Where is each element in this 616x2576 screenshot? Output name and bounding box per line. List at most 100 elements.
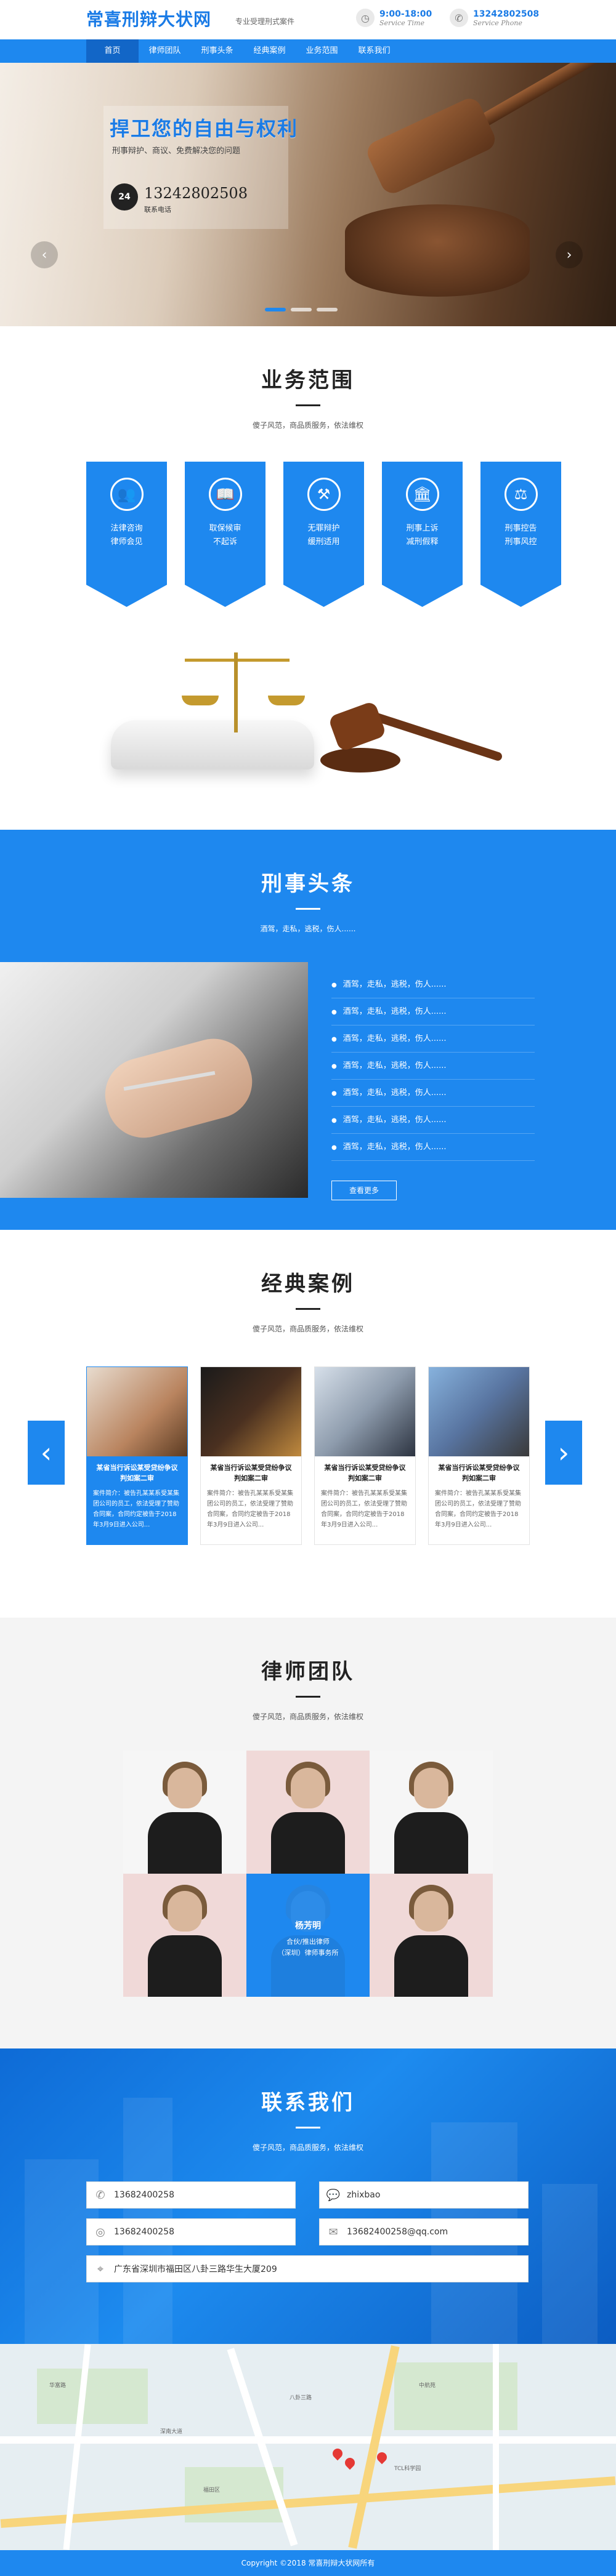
case-card[interactable]: 某省当行诉讼某受贷纷争议 判如案二审 案件简介：被告孔某某系受某集团公司的员工，… [200, 1366, 302, 1545]
contact-wechat-field[interactable]: 💬 zhixbao [319, 2181, 529, 2209]
view-more-button[interactable]: 查看更多 [331, 1181, 397, 1200]
slider-next-button[interactable]: › [556, 241, 583, 268]
lawyer-card[interactable] [370, 1874, 493, 1997]
news-item[interactable]: 酒驾，走私，逃税，伤人...... [331, 1107, 535, 1134]
case-image [87, 1367, 187, 1456]
service-card[interactable]: 📖 取保候审 不起诉 [185, 462, 265, 607]
service-line: 律师会见 [110, 537, 143, 547]
scale-pan-image [268, 696, 305, 705]
lawyer-title: 合伙/推出律师 [286, 1938, 330, 1946]
users-icon: 👥 [110, 478, 144, 511]
case-image [315, 1367, 415, 1456]
map-pin-icon[interactable] [342, 2455, 357, 2470]
hero-banner: 捍卫您的自由与权利 刑事辩护、商议、免费解决您的问题 24 1324280250… [0, 63, 616, 326]
news-item[interactable]: 酒驾，走私，逃税，伤人...... [331, 1053, 535, 1080]
contact-email-field[interactable]: ✉ 13682400258@qq.com [319, 2218, 529, 2245]
service-phone: ✆ 13242802508 Service Phone [450, 9, 539, 27]
contact-qq-field[interactable]: ◎ 13682400258 [86, 2218, 296, 2245]
lawyer-name: 杨芳明 [295, 1921, 321, 1931]
service-line: 刑事风控 [505, 537, 537, 547]
contact-email: 13682400258@qq.com [347, 2227, 448, 2237]
hero-subtitle: 刑事辩护、商议、免费解决您的问题 [112, 146, 241, 156]
service-time: ◷ 9:00-18:00 Service Time [356, 9, 432, 27]
slider-prev-button[interactable]: ‹ [31, 241, 58, 268]
case-title: 某省当行诉讼某受贷纷争议 判如案二审 [210, 1464, 292, 1482]
service-card[interactable]: 👥 法律咨询 律师会见 [86, 462, 167, 607]
case-title: 某省当行诉讼某受贷纷争议 判如案二审 [324, 1464, 406, 1482]
location-map[interactable]: 华富路 深南大道 八卦三路 福田区 中航苑 TCL科学园 [0, 2344, 616, 2550]
service-time-value: 9:00-18:00 [379, 9, 432, 19]
case-desc: 案件简介：被告孔某某系受某集团公司的员工，依法受理了赞助合同案，合同约定被告于2… [321, 1490, 407, 1528]
lawyer-photo [271, 1812, 345, 1874]
service-line: 刑事控告 [505, 524, 537, 533]
handshake-image [0, 962, 308, 1198]
hero-title: 捍卫您的自由与权利 [110, 117, 299, 140]
news-item[interactable]: 酒驾，走私，逃税，伤人...... [331, 1134, 535, 1161]
lawyer-card[interactable] [123, 1751, 246, 1874]
section-title: 联系我们 [261, 2090, 355, 2115]
map-label: 华富路 [49, 2383, 67, 2389]
lawyer-photo [148, 1812, 222, 1874]
gavel-block-image [345, 204, 530, 297]
scales-icon: ⚖ [504, 478, 538, 511]
contact-section: 联系我们 傻子风范，商品质服务，依法维权 ✆ 13682400258 💬 zhixb… [0, 2048, 616, 2344]
lawyer-card[interactable] [123, 1874, 246, 1997]
gavel-head-image [363, 94, 499, 198]
news-item[interactable]: 酒驾，走私，逃税，伤人...... [331, 998, 535, 1025]
slider-dot[interactable] [317, 308, 338, 311]
news-item[interactable]: 酒驾，走私，逃税，伤人...... [331, 971, 535, 998]
contact-phone: 13682400258 [114, 2190, 174, 2200]
site-logo[interactable]: 常喜刑辩大状网 [86, 6, 211, 31]
news-item[interactable]: 酒驾，走私，逃税，伤人...... [331, 1025, 535, 1053]
service-card[interactable]: ⚒ 无罪辩护 缓刑适用 [283, 462, 364, 607]
gavel-icon: ⚒ [307, 478, 341, 511]
title-divider [296, 1696, 320, 1698]
news-item[interactable]: 酒驾，走私，逃税，伤人...... [331, 1080, 535, 1107]
map-road [493, 2344, 499, 2550]
service-card[interactable]: 🏛 刑事上诉 减刑假释 [382, 462, 463, 607]
contact-address: 广东省深圳市福田区八卦三路华生大厦209 [114, 2265, 277, 2274]
team-section: 律师团队 傻子风范，商品质服务，依法维权 杨芳明 合伙/推出律师 （深圳）律师事… [0, 1618, 616, 2048]
case-title: 某省当行诉讼某受贷纷争议 判如案二审 [438, 1464, 520, 1482]
clock-icon: ◷ [356, 9, 375, 27]
service-list: 👥 法律咨询 律师会见 📖 取保候审 不起诉 ⚒ 无罪辩护 缓刑适用 🏛 刑事上诉 减刑… [86, 462, 561, 607]
lawyer-card-featured[interactable]: 杨芳明 合伙/推出律师 （深圳）律师事务所 [246, 1874, 370, 1997]
lawyer-card[interactable] [246, 1751, 370, 1874]
nav-cases[interactable]: 经典案例 [243, 39, 296, 63]
lawyer-card[interactable] [370, 1751, 493, 1874]
news-list: 酒驾，走私，逃税，伤人...... 酒驾，走私，逃税，伤人...... 酒驾，走… [331, 971, 535, 1161]
slider-dot[interactable] [291, 308, 312, 311]
contact-address-field[interactable]: ⌖ 广东省深圳市福田区八卦三路华生大厦209 [86, 2255, 529, 2282]
service-card[interactable]: ⚖ 刑事控告刑事风控 [480, 462, 561, 607]
slider-dots [265, 308, 338, 311]
title-divider [296, 1308, 320, 1310]
scale-pole-image [234, 652, 238, 732]
hero-phone[interactable]: 13242802508 [144, 185, 248, 202]
contact-qq: 13682400258 [114, 2227, 174, 2237]
map-pin-icon[interactable] [330, 2446, 345, 2461]
case-card[interactable]: 某省当行诉讼某受贷纷争议 判如案二审 案件简介：被告孔某某系受某集团公司的员工，… [86, 1366, 188, 1545]
case-card[interactable]: 某省当行诉讼某受贷纷争议 判如案二审 案件简介：被告孔某某系受某集团公司的员工，… [314, 1366, 416, 1545]
lawyer-photo [168, 1768, 202, 1808]
map-label: TCL科学园 [394, 2466, 421, 2472]
justice-illustration [111, 640, 505, 794]
cases-prev-button[interactable]: ‹ [28, 1421, 65, 1485]
case-card[interactable]: 某省当行诉讼某受贷纷争议 判如案二审 案件简介：被告孔某某系受某集团公司的员工，… [428, 1366, 530, 1545]
nav-news[interactable]: 刑事头条 [191, 39, 243, 63]
service-line: 不起诉 [213, 537, 237, 547]
featured-overlay: 杨芳明 合伙/推出律师 （深圳）律师事务所 [246, 1874, 370, 1997]
nav-services[interactable]: 业务范围 [296, 39, 348, 63]
nav-home[interactable]: 首页 [86, 39, 139, 63]
services-section: 业务范围 傻子风范，商品质服务，依法维权 👥 法律咨询 律师会见 📖 取保候审 不起… [0, 326, 616, 830]
map-label: 中航苑 [419, 2383, 436, 2389]
slider-dot[interactable] [265, 308, 286, 311]
map-block [37, 2369, 148, 2424]
nav-team[interactable]: 律师团队 [139, 39, 191, 63]
contact-wechat: zhixbao [347, 2190, 381, 2200]
cases-next-button[interactable]: › [545, 1421, 582, 1485]
hotline-24h-icon: 24 [111, 183, 138, 211]
court-icon: 🏛 [405, 478, 439, 511]
contact-phone-field[interactable]: ✆ 13682400258 [86, 2181, 296, 2209]
nav-contact[interactable]: 联系我们 [348, 39, 400, 63]
section-subtitle: 傻子风范，商品质服务，依法维权 [252, 2143, 363, 2152]
